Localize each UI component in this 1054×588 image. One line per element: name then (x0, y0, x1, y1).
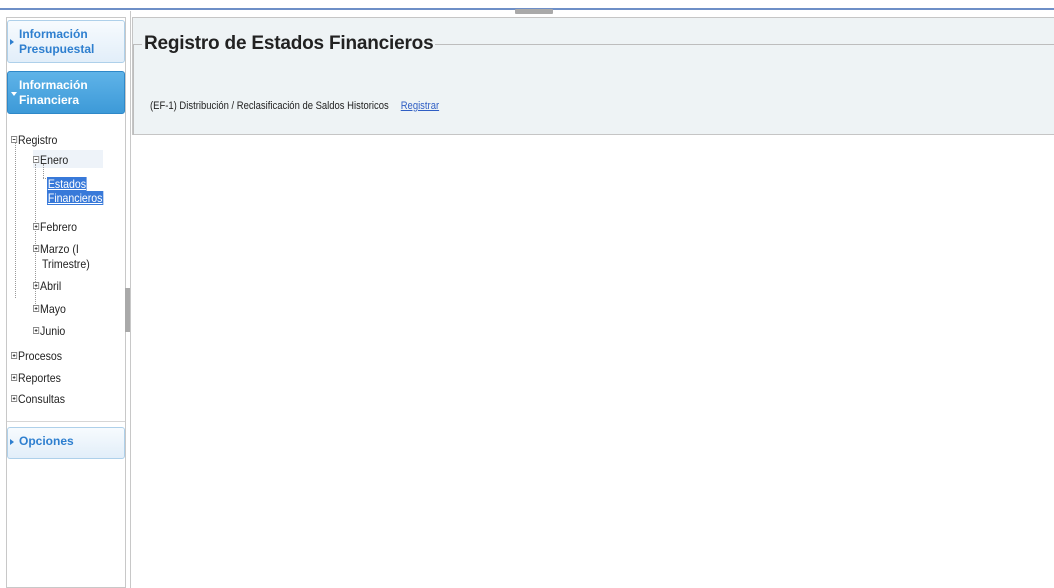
tree-item-marzo[interactable]: Marzo (I (33, 242, 79, 256)
accordion-informacion-presupuestal[interactable]: Información Presupuestal (7, 20, 125, 63)
plus-box-icon[interactable] (11, 352, 18, 359)
tree-item-enero[interactable]: Enero (33, 153, 68, 167)
plus-box-icon[interactable] (33, 305, 40, 312)
tree-connector (15, 140, 16, 298)
accordion-label: Presupuestal (19, 42, 95, 56)
accordion-label: Financiera (19, 93, 80, 107)
minus-box-icon[interactable] (33, 156, 40, 163)
plus-box-icon[interactable] (33, 327, 40, 334)
fieldset-panel: Registro de Estados Financieros (EF-1) D… (132, 17, 1054, 135)
tree-item-febrero[interactable]: Febrero (33, 220, 77, 234)
accordion-informacion-financiera[interactable]: Información Financiera (7, 71, 125, 114)
triangle-right-icon (10, 439, 14, 445)
page-title: Registro de Estados Financieros (142, 33, 436, 55)
tree-item-junio[interactable]: Junio (33, 324, 65, 338)
triangle-right-icon (10, 39, 14, 45)
plus-box-icon[interactable] (33, 282, 40, 289)
minus-box-icon[interactable] (11, 136, 18, 143)
report-row: (EF-1) Distribución / Reclasificación de… (150, 100, 439, 112)
tree-item-reportes[interactable]: Reportes (11, 371, 61, 385)
navigation-tree: Registro Enero Estados Financieros Febre… (7, 122, 125, 422)
top-resize-handle[interactable] (515, 9, 553, 14)
tree-item-estados-financieros[interactable]: Estados Financieros (47, 177, 109, 205)
tree-item-procesos[interactable]: Procesos (11, 349, 62, 363)
tree-item-marzo-line2[interactable]: Trimestre) (42, 257, 90, 271)
plus-box-icon[interactable] (33, 245, 40, 252)
accordion-label: Información (19, 27, 88, 41)
plus-box-icon[interactable] (33, 223, 40, 230)
triangle-down-icon (11, 92, 17, 96)
accordion-label: Opciones (19, 434, 74, 448)
plus-box-icon[interactable] (11, 395, 18, 402)
tree-item-consultas[interactable]: Consultas (11, 392, 65, 406)
splitter-line (130, 11, 131, 588)
fieldset-border (133, 44, 134, 135)
report-row-label: (EF-1) Distribución / Reclasificación de… (150, 100, 389, 112)
plus-box-icon[interactable] (11, 374, 18, 381)
accordion-label: Información (19, 78, 88, 92)
tree-item-abril[interactable]: Abril (33, 279, 61, 293)
tree-item-mayo[interactable]: Mayo (33, 302, 66, 316)
accordion-opciones[interactable]: Opciones (7, 427, 125, 459)
sidebar: Información Presupuestal Información Fin… (6, 17, 126, 588)
registrar-link[interactable]: Registrar (401, 100, 439, 112)
tree-item-registro[interactable]: Registro (11, 133, 57, 147)
